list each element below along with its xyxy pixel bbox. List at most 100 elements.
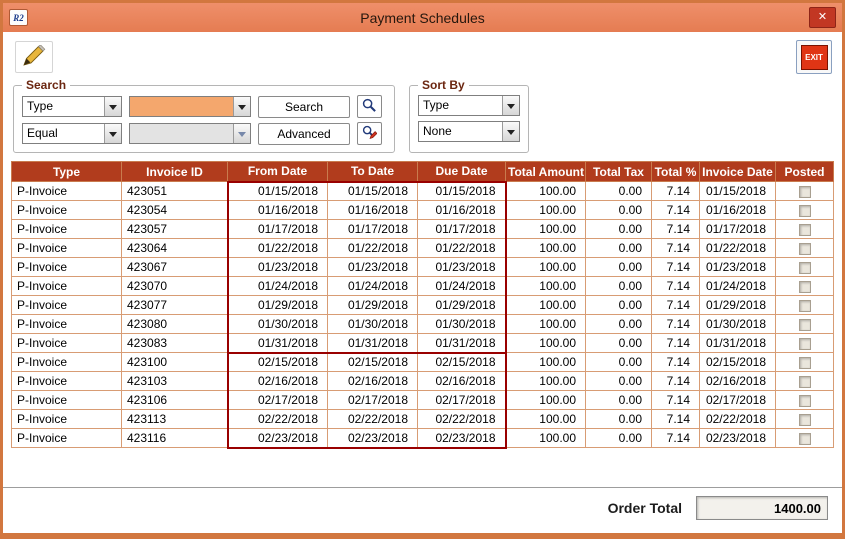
cell-invoice-date: 01/15/2018 [700, 182, 776, 201]
search-value2-combo [129, 123, 251, 144]
cell-from-date: 01/29/2018 [228, 296, 328, 315]
posted-checkbox[interactable] [799, 395, 811, 407]
cell-posted [776, 258, 834, 277]
cell-invoice-id: 423067 [122, 258, 228, 277]
column-header-to-date[interactable]: To Date [328, 162, 418, 182]
table-row[interactable]: P-Invoice42307701/29/201801/29/201801/29… [12, 296, 834, 315]
cell-type: P-Invoice [12, 277, 122, 296]
cell-due-date: 01/24/2018 [418, 277, 506, 296]
posted-checkbox[interactable] [799, 414, 811, 426]
cell-to-date: 01/16/2018 [328, 201, 418, 220]
cell-to-date: 01/17/2018 [328, 220, 418, 239]
cell-posted [776, 391, 834, 410]
column-header-from-date[interactable]: From Date [228, 162, 328, 182]
chevron-down-icon[interactable] [104, 124, 121, 143]
posted-checkbox[interactable] [799, 300, 811, 312]
cell-posted [776, 410, 834, 429]
cell-posted [776, 353, 834, 372]
table-row[interactable]: P-Invoice42308001/30/201801/30/201801/30… [12, 315, 834, 334]
chevron-down-icon[interactable] [502, 96, 519, 115]
chevron-down-icon[interactable] [233, 97, 250, 116]
table-row[interactable]: P-Invoice42306401/22/201801/22/201801/22… [12, 239, 834, 258]
cell-total-amount: 100.00 [506, 296, 586, 315]
sort-primary-value: Type [419, 96, 502, 115]
column-header-total-tax[interactable]: Total Tax [586, 162, 652, 182]
posted-checkbox[interactable] [799, 243, 811, 255]
table-row[interactable]: P-Invoice42310002/15/201802/15/201802/15… [12, 353, 834, 372]
cell-posted [776, 182, 834, 201]
column-header-total-[interactable]: Total % [652, 162, 700, 182]
posted-checkbox[interactable] [799, 338, 811, 350]
table-row[interactable]: P-Invoice42305401/16/201801/16/201801/16… [12, 201, 834, 220]
order-total-value: 1400.00 [696, 496, 828, 520]
table-row[interactable]: P-Invoice42306701/23/201801/23/201801/23… [12, 258, 834, 277]
payment-table: TypeInvoice IDFrom DateTo DateDue DateTo… [11, 161, 834, 449]
posted-checkbox[interactable] [799, 357, 811, 369]
cell-total-tax: 0.00 [586, 258, 652, 277]
table-row[interactable]: P-Invoice42310602/17/201802/17/201802/17… [12, 391, 834, 410]
posted-checkbox[interactable] [799, 186, 811, 198]
search-field-combo[interactable]: Type [22, 96, 122, 117]
cell-due-date: 01/31/2018 [418, 334, 506, 353]
posted-checkbox[interactable] [799, 376, 811, 388]
search-operator-combo[interactable]: Equal [22, 123, 122, 144]
table-row[interactable]: P-Invoice42305101/15/201801/15/201801/15… [12, 182, 834, 201]
cell-from-date: 02/22/2018 [228, 410, 328, 429]
cell-posted [776, 429, 834, 448]
cell-from-date: 02/16/2018 [228, 372, 328, 391]
close-button[interactable]: ✕ [809, 7, 836, 28]
cell-from-date: 01/15/2018 [228, 182, 328, 201]
cell-total-amount: 100.00 [506, 277, 586, 296]
column-header-due-date[interactable]: Due Date [418, 162, 506, 182]
cell-invoice-date: 01/16/2018 [700, 201, 776, 220]
search-value-combo[interactable] [129, 96, 251, 117]
cell-from-date: 02/17/2018 [228, 391, 328, 410]
table-row[interactable]: P-Invoice42311602/23/201802/23/201802/23… [12, 429, 834, 448]
table-row[interactable]: P-Invoice42311302/22/201802/22/201802/22… [12, 410, 834, 429]
exit-button[interactable]: EXIT [796, 40, 832, 74]
cell-invoice-id: 423103 [122, 372, 228, 391]
cell-to-date: 02/15/2018 [328, 353, 418, 372]
cell-type: P-Invoice [12, 239, 122, 258]
posted-checkbox[interactable] [799, 262, 811, 274]
table-row[interactable]: P-Invoice42310302/16/201802/16/201802/16… [12, 372, 834, 391]
cell-invoice-id: 423080 [122, 315, 228, 334]
table-row[interactable]: P-Invoice42305701/17/201801/17/201801/17… [12, 220, 834, 239]
column-header-type[interactable]: Type [12, 162, 122, 182]
table-row[interactable]: P-Invoice42308301/31/201801/31/201801/31… [12, 334, 834, 353]
column-header-total-amount[interactable]: Total Amount [506, 162, 586, 182]
advanced-find-button[interactable] [357, 122, 382, 145]
find-button[interactable] [357, 95, 382, 118]
posted-checkbox[interactable] [799, 205, 811, 217]
cell-total-tax: 0.00 [586, 353, 652, 372]
cell-total-: 7.14 [652, 334, 700, 353]
search-button[interactable]: Search [258, 96, 350, 118]
cell-invoice-id: 423113 [122, 410, 228, 429]
cell-total-tax: 0.00 [586, 277, 652, 296]
advanced-button[interactable]: Advanced [258, 123, 350, 145]
sort-primary-combo[interactable]: Type [418, 95, 520, 116]
cell-total-: 7.14 [652, 353, 700, 372]
cell-invoice-date: 01/29/2018 [700, 296, 776, 315]
cell-to-date: 02/16/2018 [328, 372, 418, 391]
column-header-posted[interactable]: Posted [776, 162, 834, 182]
search-value-text [130, 97, 233, 116]
posted-checkbox[interactable] [799, 281, 811, 293]
cell-from-date: 01/17/2018 [228, 220, 328, 239]
cell-due-date: 01/29/2018 [418, 296, 506, 315]
posted-checkbox[interactable] [799, 224, 811, 236]
chevron-down-icon [233, 124, 250, 143]
posted-checkbox[interactable] [799, 319, 811, 331]
table-row[interactable]: P-Invoice42307001/24/201801/24/201801/24… [12, 277, 834, 296]
column-header-invoice-id[interactable]: Invoice ID [122, 162, 228, 182]
cell-from-date: 01/31/2018 [228, 334, 328, 353]
sortby-groupbox: Sort By Type None [409, 78, 529, 153]
chevron-down-icon[interactable] [104, 97, 121, 116]
sort-secondary-combo[interactable]: None [418, 121, 520, 142]
posted-checkbox[interactable] [799, 433, 811, 445]
cell-due-date: 01/22/2018 [418, 239, 506, 258]
column-header-invoice-date[interactable]: Invoice Date [700, 162, 776, 182]
edit-button[interactable] [15, 41, 53, 73]
cell-due-date: 01/23/2018 [418, 258, 506, 277]
chevron-down-icon[interactable] [502, 122, 519, 141]
